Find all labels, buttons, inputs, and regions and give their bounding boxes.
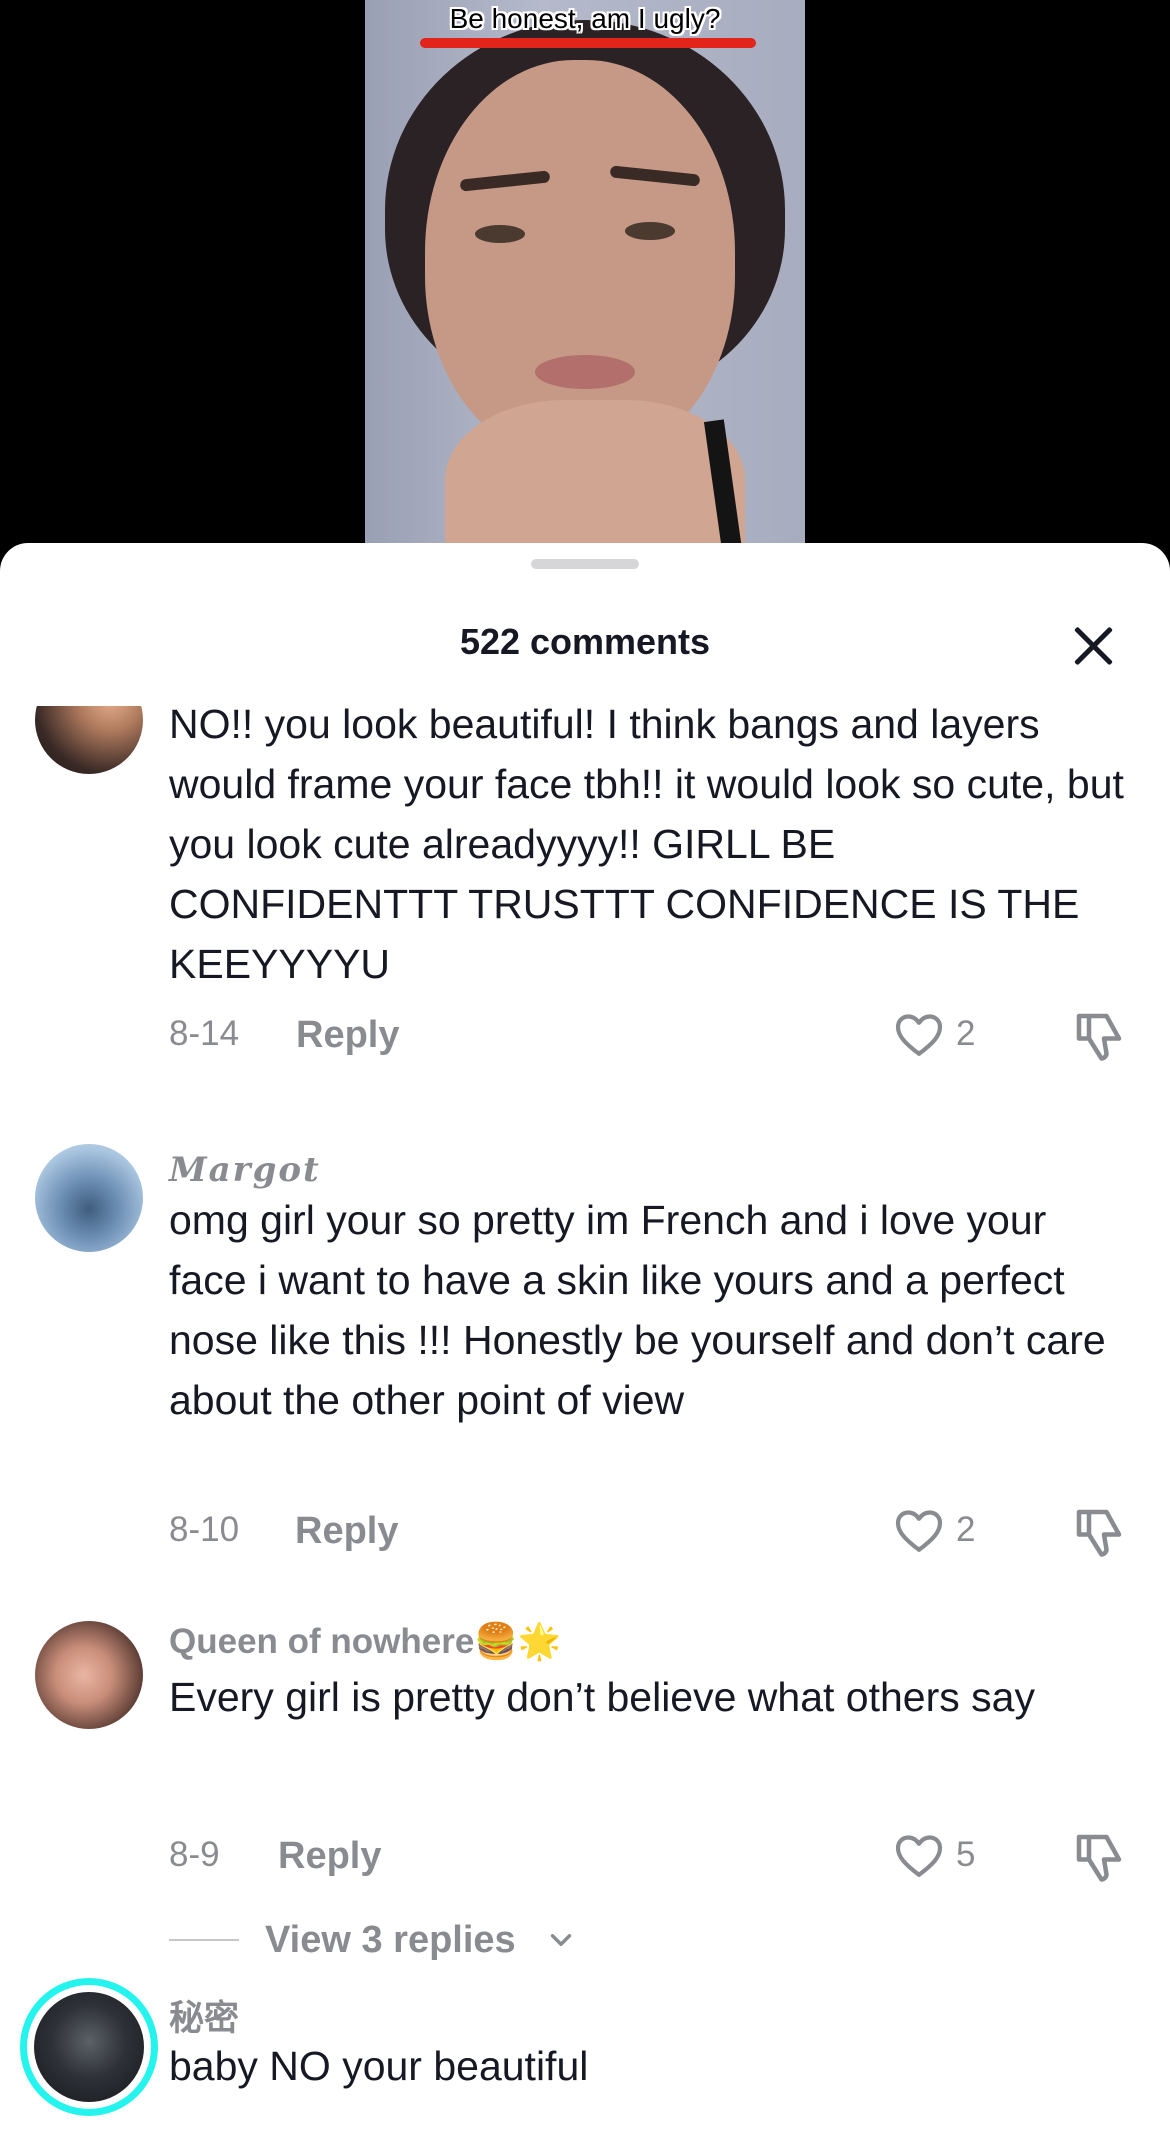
- comment-text: Every girl is pretty don’t believe what …: [169, 1674, 1035, 1720]
- comment-actions: 8-10 Reply 2: [169, 1502, 1135, 1562]
- caption-underline: [420, 38, 756, 48]
- heart-icon[interactable]: [891, 1006, 947, 1062]
- dislike-icon[interactable]: [1069, 1502, 1129, 1562]
- comment-item: 秘密 baby NO your beautiful: [0, 1978, 1170, 2141]
- view-replies-button[interactable]: View 3 replies: [169, 1915, 769, 1965]
- comments-sheet: 522 comments NO!! you look beautiful! I …: [0, 543, 1170, 2141]
- reply-button[interactable]: Reply: [296, 1014, 399, 1057]
- comment-actions: 8-9 Reply 5: [169, 1827, 1135, 1887]
- chevron-down-icon[interactable]: [544, 1923, 578, 1957]
- replies-divider: [169, 1939, 239, 1941]
- dislike-icon[interactable]: [1069, 1827, 1129, 1887]
- view-replies-label[interactable]: View 3 replies: [265, 1919, 516, 1962]
- reply-button[interactable]: Reply: [278, 1835, 381, 1878]
- reply-button[interactable]: Reply: [295, 1510, 398, 1553]
- avatar[interactable]: [35, 1144, 143, 1252]
- video-caption: Be honest, am I ugly?: [449, 3, 721, 34]
- drag-handle[interactable]: [531, 559, 639, 569]
- comment-username[interactable]: 秘密: [169, 1990, 239, 2041]
- comment-item: Margot omg girl your so pretty im French…: [0, 1144, 1170, 1584]
- comment-date: 8-10: [169, 1510, 240, 1549]
- close-icon[interactable]: [1068, 621, 1118, 671]
- like-count: 5: [956, 1835, 976, 1874]
- comment-actions: 8-14 Reply 2: [169, 1006, 1135, 1066]
- heart-icon[interactable]: [891, 1502, 947, 1558]
- avatar[interactable]: [35, 706, 143, 774]
- comment-item: NO!! you look beautiful! I think bangs a…: [0, 706, 1170, 1086]
- avatar[interactable]: [35, 1621, 143, 1729]
- comments-count-title: 522 comments: [459, 621, 711, 662]
- comment-date: 8-14: [169, 1014, 240, 1053]
- dislike-icon[interactable]: [1069, 1006, 1129, 1066]
- comment-text: omg girl your so pretty im French and i …: [169, 1197, 1106, 1423]
- like-count: 2: [956, 1014, 976, 1053]
- comment-username[interactable]: Queen of nowhere🍔🌟: [169, 1621, 561, 1662]
- comment-date: 8-9: [169, 1835, 220, 1874]
- comment-text: NO!! you look beautiful! I think bangs a…: [169, 706, 1124, 987]
- comment-username[interactable]: Margot: [169, 1150, 321, 1190]
- video-frame: [365, 0, 805, 560]
- heart-icon[interactable]: [891, 1827, 947, 1883]
- comment-text: baby NO your beautiful: [169, 2043, 589, 2089]
- comments-list[interactable]: NO!! you look beautiful! I think bangs a…: [0, 706, 1170, 2141]
- video-player[interactable]: Be honest, am I ugly?: [0, 0, 1170, 560]
- like-count: 2: [956, 1510, 976, 1549]
- comment-item: Queen of nowhere🍔🌟 Every girl is pretty …: [0, 1621, 1170, 1981]
- avatar[interactable]: [20, 1978, 158, 2116]
